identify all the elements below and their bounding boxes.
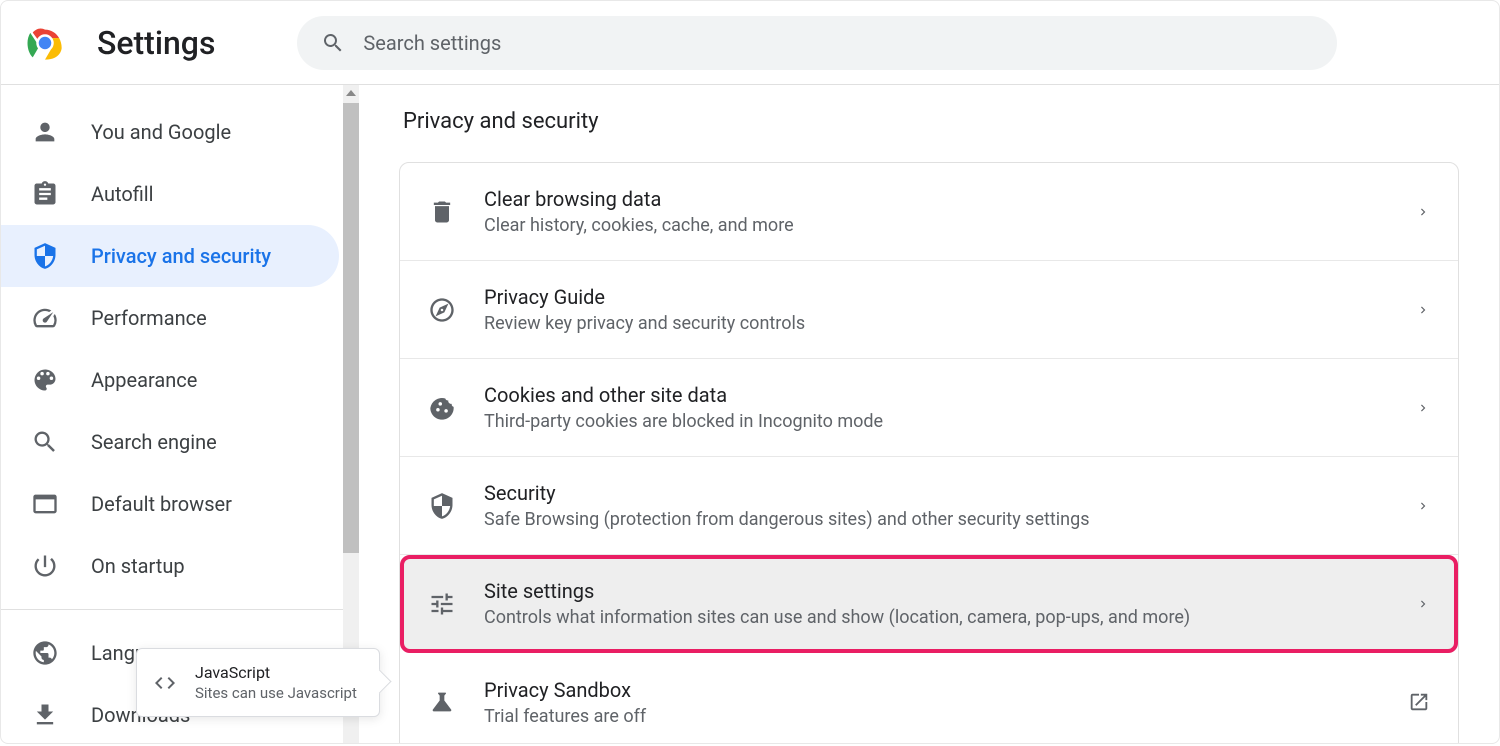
row-title: Privacy Sandbox	[484, 678, 1380, 702]
sidebar-item-appearance[interactable]: Appearance	[1, 349, 339, 411]
sidebar-item-label: On startup	[91, 554, 185, 578]
cookie-icon	[428, 394, 456, 422]
row-title: Privacy Guide	[484, 285, 1388, 309]
assignment-icon	[31, 180, 59, 208]
person-icon	[31, 118, 59, 146]
sidebar-item-search-engine[interactable]: Search engine	[1, 411, 339, 473]
shield-icon	[31, 242, 59, 270]
sidebar-item-on-startup[interactable]: On startup	[1, 535, 339, 597]
search-input[interactable]	[363, 31, 1313, 55]
sidebar-item-label: Appearance	[91, 368, 197, 392]
sidebar-item-autofill[interactable]: Autofill	[1, 163, 339, 225]
row-title: Clear browsing data	[484, 187, 1388, 211]
launch-icon	[1408, 691, 1430, 713]
chevron-right-icon	[1416, 597, 1430, 611]
tooltip-subtitle: Sites can use Javascript	[195, 684, 357, 702]
sidebar-item-default-browser[interactable]: Default browser	[1, 473, 339, 535]
download-icon	[31, 701, 59, 729]
row-text: Site settings Controls what information …	[484, 579, 1388, 628]
sidebar-item-you-and-google[interactable]: You and Google	[1, 101, 339, 163]
search-icon	[31, 428, 59, 456]
sidebar-divider	[1, 609, 359, 610]
sidebar-item-label: Performance	[91, 306, 207, 330]
globe-icon	[31, 639, 59, 667]
settings-header: Settings	[1, 1, 1499, 85]
row-privacy-sandbox[interactable]: Privacy Sandbox Trial features are off	[400, 653, 1458, 743]
row-site-settings[interactable]: Site settings Controls what information …	[400, 555, 1458, 653]
sidebar-item-label: Default browser	[91, 492, 232, 516]
flask-icon	[428, 688, 456, 716]
row-subtitle: Third-party cookies are blocked in Incog…	[484, 411, 1388, 432]
row-security[interactable]: Security Safe Browsing (protection from …	[400, 457, 1458, 555]
row-cookies[interactable]: Cookies and other site data Third-party …	[400, 359, 1458, 457]
security-icon	[428, 492, 456, 520]
section-title: Privacy and security	[399, 109, 1459, 134]
speedometer-icon	[31, 304, 59, 332]
compass-icon	[428, 296, 456, 324]
row-title: Cookies and other site data	[484, 383, 1388, 407]
row-subtitle: Safe Browsing (protection from dangerous…	[484, 509, 1388, 530]
sidebar-item-label: You and Google	[91, 120, 231, 144]
trash-icon	[428, 198, 456, 226]
sidebar-item-label: Privacy and security	[91, 244, 271, 268]
tooltip-title: JavaScript	[195, 663, 357, 682]
chevron-right-icon	[1416, 499, 1430, 513]
tune-icon	[428, 590, 456, 618]
power-icon	[31, 552, 59, 580]
row-clear-browsing-data[interactable]: Clear browsing data Clear history, cooki…	[400, 163, 1458, 261]
row-text: Clear browsing data Clear history, cooki…	[484, 187, 1388, 236]
row-title: Security	[484, 481, 1388, 505]
app-title: Settings	[97, 24, 215, 62]
scrollbar-track[interactable]	[343, 85, 359, 743]
row-subtitle: Trial features are off	[484, 706, 1380, 727]
row-subtitle: Review key privacy and security controls	[484, 313, 1388, 334]
row-subtitle: Controls what information sites can use …	[484, 607, 1388, 628]
content-area: You and Google Autofill Privacy and secu…	[1, 85, 1499, 743]
chevron-right-icon	[1416, 401, 1430, 415]
search-icon	[321, 31, 345, 55]
row-text: Security Safe Browsing (protection from …	[484, 481, 1388, 530]
settings-card: Clear browsing data Clear history, cooki…	[399, 162, 1459, 743]
chevron-right-icon	[1416, 303, 1430, 317]
sidebar-item-label: Autofill	[91, 182, 154, 206]
row-text: Privacy Guide Review key privacy and sec…	[484, 285, 1388, 334]
chrome-logo-icon	[25, 23, 65, 63]
row-title: Site settings	[484, 579, 1388, 603]
browser-icon	[31, 490, 59, 518]
javascript-tooltip: JavaScript Sites can use Javascript	[136, 648, 380, 717]
sidebar-item-performance[interactable]: Performance	[1, 287, 339, 349]
sidebar-item-label: Search engine	[91, 430, 217, 454]
code-icon	[153, 671, 177, 695]
main-panel: Privacy and security Clear browsing data…	[359, 85, 1499, 743]
tooltip-text: JavaScript Sites can use Javascript	[195, 663, 357, 702]
search-container[interactable]	[297, 16, 1337, 70]
sidebar-item-privacy-and-security[interactable]: Privacy and security	[1, 225, 339, 287]
row-subtitle: Clear history, cookies, cache, and more	[484, 215, 1388, 236]
row-text: Privacy Sandbox Trial features are off	[484, 678, 1380, 727]
scrollbar-up-icon[interactable]	[343, 85, 359, 101]
scrollbar-thumb[interactable]	[343, 103, 359, 553]
sidebar: You and Google Autofill Privacy and secu…	[1, 85, 359, 743]
row-privacy-guide[interactable]: Privacy Guide Review key privacy and sec…	[400, 261, 1458, 359]
chevron-right-icon	[1416, 205, 1430, 219]
palette-icon	[31, 366, 59, 394]
row-text: Cookies and other site data Third-party …	[484, 383, 1388, 432]
